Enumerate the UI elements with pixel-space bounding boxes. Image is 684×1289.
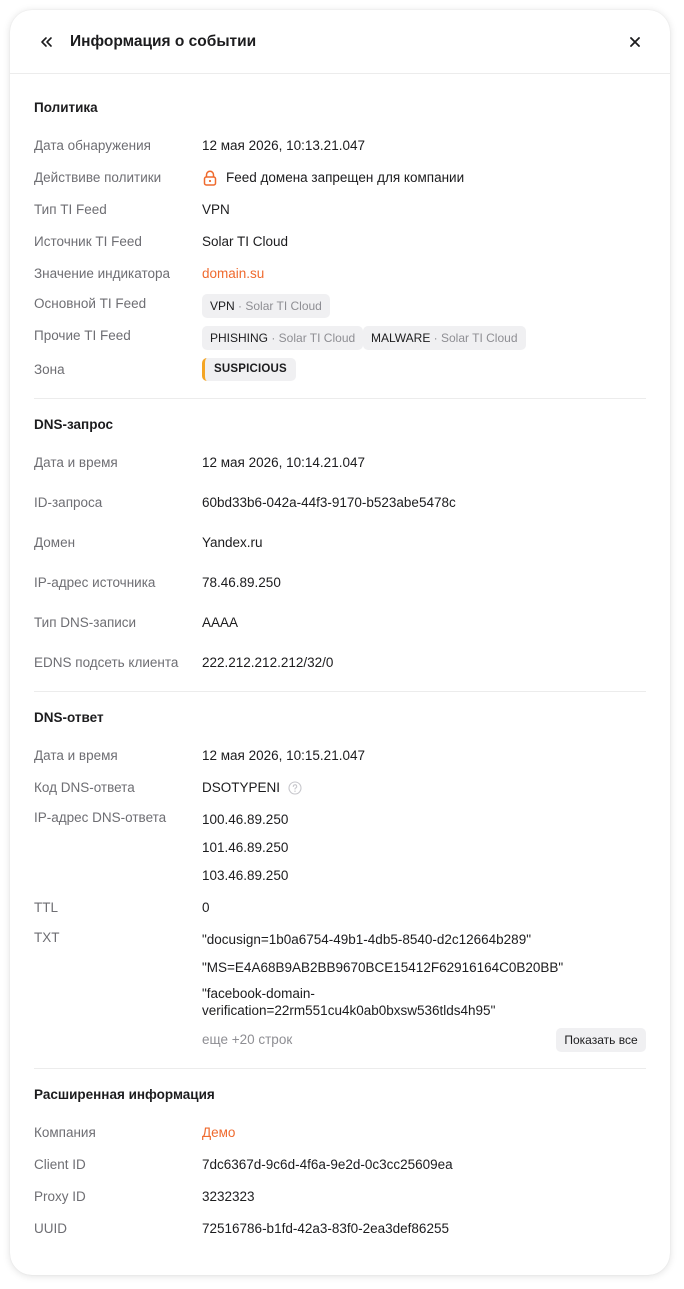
response-datetime-label: Дата и время	[34, 748, 118, 763]
indicator-value-link[interactable]: domain.su	[202, 265, 264, 283]
main-ti-feed-chip: VPN · Solar TI Cloud	[202, 294, 330, 318]
chip-feed-source: · Solar TI Cloud	[430, 331, 518, 345]
txt-record: verification=22rm551cu4k0ab0bxsw536tlds4…	[202, 1003, 496, 1018]
response-code-label: Код DNS-ответа	[34, 780, 135, 795]
response-code-value: DSOTYPENI	[202, 780, 281, 795]
edns-subnet-value: 222.212.212.212/32/0	[202, 655, 334, 670]
response-datetime-value: 12 мая 2026, 10:15.21.047	[202, 748, 365, 763]
section-title-dns-request: DNS-запрос	[34, 417, 114, 432]
record-type-label: Тип DNS-записи	[34, 615, 137, 630]
close-icon	[630, 37, 640, 47]
proxy-id-value: 3232323	[202, 1189, 255, 1204]
domain-label: Домен	[34, 535, 76, 550]
indicator-value-label: Значение индикатора	[34, 266, 171, 281]
detection-date-label: Дата обнаружения	[34, 138, 151, 153]
chip-feed-name: VPN	[210, 299, 235, 313]
section-title-dns-response: DNS-ответ	[34, 710, 104, 725]
source-ip-value: 78.46.89.250	[202, 575, 281, 590]
response-ip-value: 103.46.89.250	[202, 868, 289, 883]
company-link[interactable]: Демо	[202, 1124, 235, 1142]
client-id-label: Client ID	[34, 1157, 86, 1172]
domain-value: Yandex.ru	[202, 535, 263, 550]
zone-label: Зона	[34, 362, 65, 377]
ti-feed-source-label: Источник TI Feed	[34, 234, 142, 249]
show-all-button[interactable]: Показать все	[556, 1028, 646, 1052]
help-icon[interactable]	[288, 781, 302, 795]
other-ti-feed-label: Прочие TI Feed	[34, 328, 131, 343]
ti-feed-type-value: VPN	[202, 202, 230, 217]
ttl-label: TTL	[34, 900, 59, 915]
policy-action-label: Действиве политики	[34, 170, 162, 185]
txt-record: "MS=E4A68B9AB2BB9670BCE15412F62916164C0B…	[202, 960, 564, 975]
uuid-value: 72516786-b1fd-42a3-83f0-2ea3def86255	[202, 1221, 449, 1236]
response-ip-value: 100.46.89.250	[202, 812, 289, 827]
response-ip-value: 101.46.89.250	[202, 840, 289, 855]
detection-date-value: 12 мая 2026, 10:13.21.047	[202, 138, 365, 153]
response-ip-label: IP-адрес DNS-ответа	[34, 810, 167, 825]
chip-feed-name: MALWARE	[371, 331, 431, 345]
panel-header: Информация о событии	[10, 10, 670, 74]
chip-feed-source: · Solar TI Cloud	[268, 331, 356, 345]
other-ti-feed-chip: MALWARE · Solar TI Cloud	[363, 326, 526, 350]
source-ip-label: IP-адрес источника	[34, 575, 156, 590]
collapse-button[interactable]	[36, 32, 56, 52]
section-title-policy: Политика	[34, 100, 98, 115]
section-title-extended: Расширенная информация	[34, 1087, 215, 1102]
client-id-value: 7dc6367d-9c6d-4f6a-9e2d-0c3cc25609ea	[202, 1157, 453, 1172]
company-label: Компания	[34, 1125, 96, 1140]
request-datetime-value: 12 мая 2026, 10:14.21.047	[202, 455, 365, 470]
policy-action-value: Feed домена запрещен для компании	[226, 170, 465, 185]
request-id-label: ID-запроса	[34, 495, 103, 510]
more-rows-text: еще +20 строк	[202, 1032, 293, 1047]
txt-record: "docusign=1b0a6754-49b1-4db5-8540-d2c126…	[202, 932, 531, 947]
txt-label: TXT	[34, 930, 60, 945]
event-info-panel: Информация о событии Политика Дата обнар…	[10, 10, 670, 1275]
chip-feed-source: · Solar TI Cloud	[234, 299, 322, 313]
close-button[interactable]	[625, 32, 645, 52]
edns-subnet-label: EDNS подсеть клиента	[34, 655, 179, 670]
other-ti-feed-chip: PHISHING · Solar TI Cloud	[202, 326, 364, 350]
double-chevron-left-icon	[41, 37, 52, 47]
lock-icon	[203, 170, 217, 186]
request-datetime-label: Дата и время	[34, 455, 118, 470]
zone-badge: SUSPICIOUS	[202, 358, 296, 381]
panel-title: Информация о событии	[70, 33, 257, 50]
request-id-value: 60bd33b6-042a-44f3-9170-b523abe5478c	[202, 495, 456, 510]
uuid-label: UUID	[34, 1221, 67, 1236]
record-type-value: AAAA	[202, 615, 239, 630]
txt-record: "facebook-domain-	[202, 986, 315, 1001]
proxy-id-label: Proxy ID	[34, 1189, 86, 1204]
ttl-value: 0	[202, 900, 210, 915]
chip-feed-name: PHISHING	[210, 331, 269, 345]
ti-feed-type-label: Тип TI Feed	[34, 202, 107, 217]
divider	[34, 398, 646, 399]
divider	[34, 691, 646, 692]
ti-feed-source-value: Solar TI Cloud	[202, 234, 289, 249]
divider	[34, 1068, 646, 1069]
main-ti-feed-label: Основной TI Feed	[34, 296, 147, 311]
